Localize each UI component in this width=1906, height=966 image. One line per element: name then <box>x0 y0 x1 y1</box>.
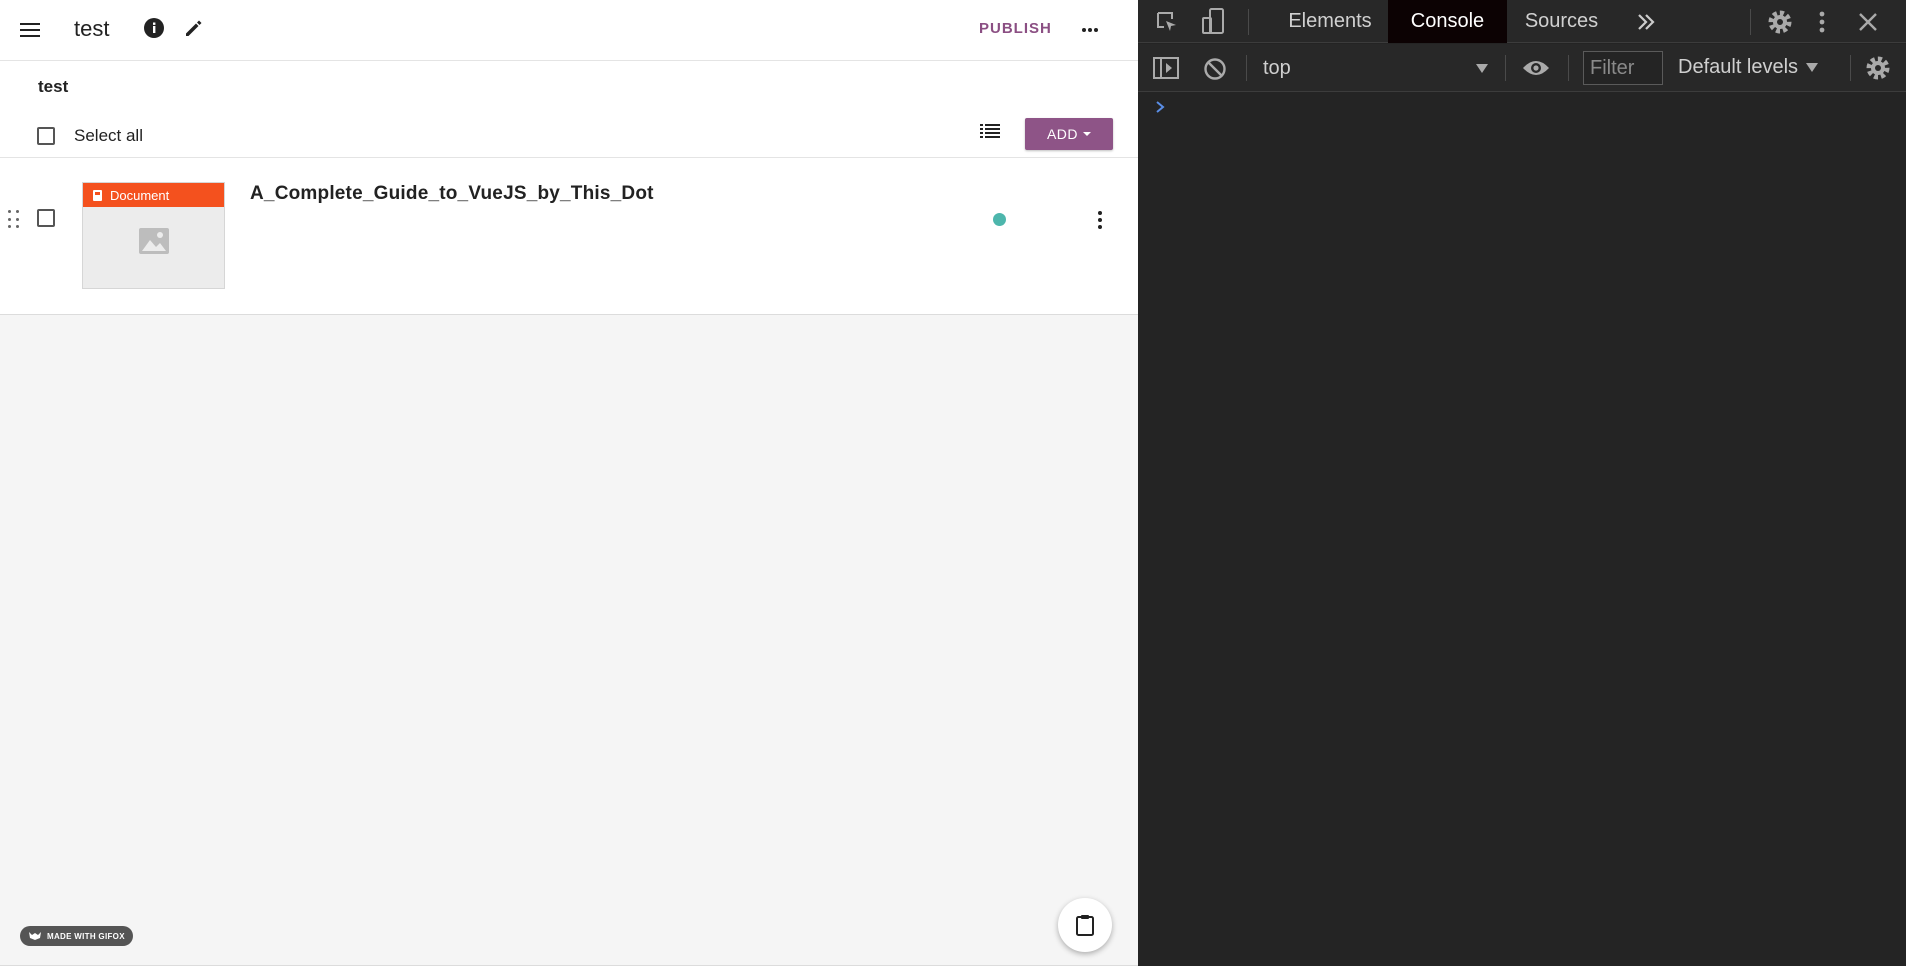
image-placeholder-icon <box>139 228 169 254</box>
log-levels-label: Default levels <box>1678 56 1799 78</box>
status-dot <box>993 213 1006 226</box>
select-all-checkbox[interactable] <box>37 127 55 145</box>
publish-button[interactable]: PUBLISH <box>979 20 1052 37</box>
menu-icon[interactable] <box>12 12 48 48</box>
document-icon <box>93 189 102 201</box>
row-checkbox[interactable] <box>37 209 55 227</box>
kind-bar: Document <box>83 183 224 207</box>
filter-input[interactable] <box>1583 51 1663 85</box>
console-settings-gear-icon[interactable] <box>1864 54 1892 82</box>
list-item[interactable]: Document A_Complete_Guide_to_VueJS_by_Th… <box>0 158 1138 315</box>
kind-label: Document <box>110 187 170 203</box>
separator <box>1750 9 1751 35</box>
channel-header: test Select all ADD <box>0 61 1138 158</box>
channel-name: test <box>74 16 110 41</box>
separator <box>1568 55 1569 81</box>
log-levels-dropdown[interactable]: Default levels <box>1678 56 1819 79</box>
select-all-label[interactable]: Select all <box>74 126 143 146</box>
list-view-icon[interactable] <box>975 119 1005 143</box>
more-tabs-chevron-icon[interactable] <box>1634 10 1658 34</box>
gifox-label: MADE WITH GIFOX <box>47 931 125 941</box>
tab-elements[interactable]: Elements <box>1274 0 1386 43</box>
clipboard-icon <box>1076 915 1094 936</box>
page-title: test <box>38 77 69 96</box>
console-prompt-icon[interactable] <box>1154 100 1168 116</box>
device-toolbar-icon[interactable] <box>1200 7 1226 37</box>
gifox-badge: MADE WITH GIFOX <box>20 926 133 946</box>
sidebar-toggle-icon[interactable] <box>1152 56 1180 80</box>
gifox-logo-icon <box>29 932 41 940</box>
levels-caret-icon <box>1806 63 1819 72</box>
context-caret-icon[interactable] <box>1476 64 1488 73</box>
separator <box>1850 55 1851 81</box>
clear-console-icon[interactable] <box>1202 56 1228 82</box>
clipboard-button[interactable] <box>1058 898 1112 952</box>
edit-pencil-icon[interactable] <box>176 10 212 46</box>
tab-console[interactable]: Console <box>1388 0 1507 43</box>
devtools-panel: Elements Console Sources top Filter Defa… <box>1138 0 1906 966</box>
separator <box>1248 9 1249 35</box>
inspect-element-icon[interactable] <box>1154 9 1180 35</box>
drag-handle-icon[interactable] <box>8 210 20 230</box>
info-icon[interactable] <box>136 10 172 46</box>
live-expression-eye-icon[interactable] <box>1521 56 1551 80</box>
caret-down-icon <box>1083 132 1092 136</box>
add-button[interactable]: ADD <box>1025 118 1113 150</box>
resource-title[interactable]: A_Complete_Guide_to_VueJS_by_This_Dot <box>250 183 654 205</box>
console-toolbar: top Default levels <box>1138 44 1906 92</box>
more-horizontal-icon[interactable] <box>1072 12 1108 48</box>
separator <box>1505 55 1506 81</box>
top-toolbar: test PUBLISH <box>0 0 1138 61</box>
resource-thumbnail[interactable]: Document <box>82 182 225 289</box>
close-icon[interactable] <box>1856 10 1880 34</box>
separator <box>1246 55 1247 81</box>
channel-editor: test PUBLISH test Select all ADD Documen… <box>0 0 1138 966</box>
context-selector[interactable]: top <box>1263 57 1291 80</box>
settings-gear-icon[interactable] <box>1766 8 1794 36</box>
more-vertical-icon[interactable] <box>1814 8 1830 36</box>
tab-sources[interactable]: Sources <box>1508 0 1615 43</box>
more-vertical-icon[interactable] <box>1093 208 1107 232</box>
devtools-tabbar: Elements Console Sources <box>1138 0 1906 43</box>
add-button-label: ADD <box>1046 126 1079 142</box>
